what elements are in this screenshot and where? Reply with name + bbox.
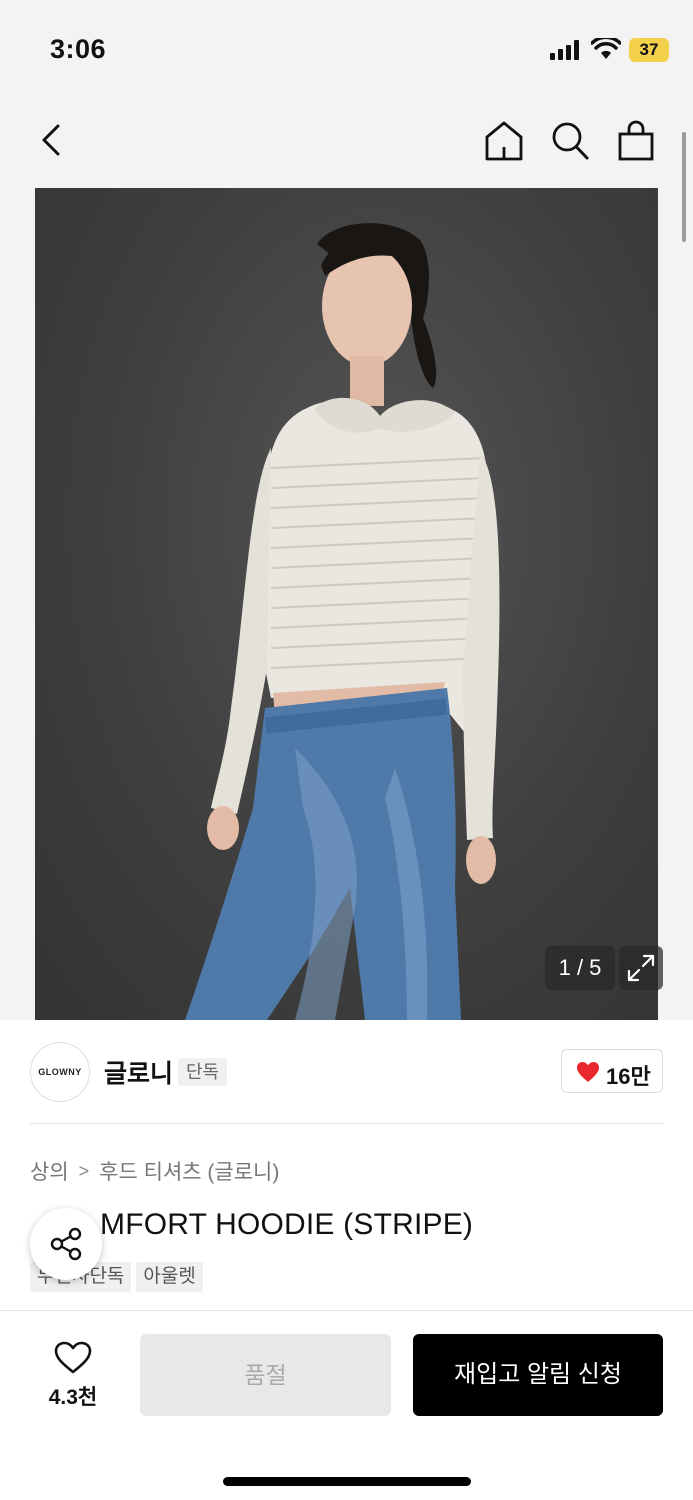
soldout-button: 품절 <box>140 1334 391 1416</box>
breadcrumb-item[interactable]: 후드 티셔츠 (글로니) <box>99 1156 279 1186</box>
model-photo <box>185 223 500 1020</box>
top-navigation <box>0 100 693 188</box>
expand-button[interactable] <box>619 946 663 990</box>
bottom-action-bar: 4.3천 품절 재입고 알림 신청 <box>0 1310 693 1500</box>
brand-row: GLOWNY 글로니 단독 16만 <box>0 1020 693 1124</box>
home-indicator <box>223 1477 471 1486</box>
wifi-icon <box>591 38 621 59</box>
divider <box>30 1123 663 1124</box>
wishlist-button[interactable]: 4.3천 <box>36 1337 110 1409</box>
status-time: 3:06 <box>50 34 107 64</box>
share-button[interactable] <box>30 1208 102 1280</box>
cellular-signal-icon <box>550 40 579 60</box>
scrollbar[interactable] <box>682 132 686 242</box>
home-icon[interactable] <box>484 120 524 162</box>
exclusive-badge: 단독 <box>178 1058 228 1086</box>
product-image[interactable] <box>35 188 658 1020</box>
breadcrumb: 상의 > 후드 티셔츠 (글로니) <box>30 1156 279 1186</box>
battery-indicator: 37 <box>629 38 669 62</box>
share-icon <box>50 1227 82 1261</box>
breadcrumb-separator: > <box>78 1160 90 1181</box>
chevron-left-icon[interactable] <box>36 120 68 160</box>
expand-icon <box>627 954 655 982</box>
restock-alert-button[interactable]: 재입고 알림 신청 <box>413 1334 663 1416</box>
shopping-bag-icon[interactable] <box>616 120 656 162</box>
image-pager: 1 / 5 <box>545 946 615 990</box>
brand-like-count: 16만 <box>606 1064 651 1089</box>
breadcrumb-item[interactable]: 상의 <box>30 1156 69 1186</box>
search-icon[interactable] <box>550 120 590 162</box>
brand-logo[interactable]: GLOWNY <box>30 1042 90 1102</box>
brand-like-button[interactable]: 16만 <box>561 1049 663 1093</box>
heart-outline-icon <box>54 1341 92 1374</box>
wishlist-count: 4.3천 <box>48 1386 98 1409</box>
tag-outlet: 아울렛 <box>136 1262 203 1292</box>
status-bar: 3:06 37 <box>0 0 693 100</box>
brand-name[interactable]: 글로니 <box>104 1054 173 1090</box>
heart-filled-icon <box>577 1062 599 1082</box>
